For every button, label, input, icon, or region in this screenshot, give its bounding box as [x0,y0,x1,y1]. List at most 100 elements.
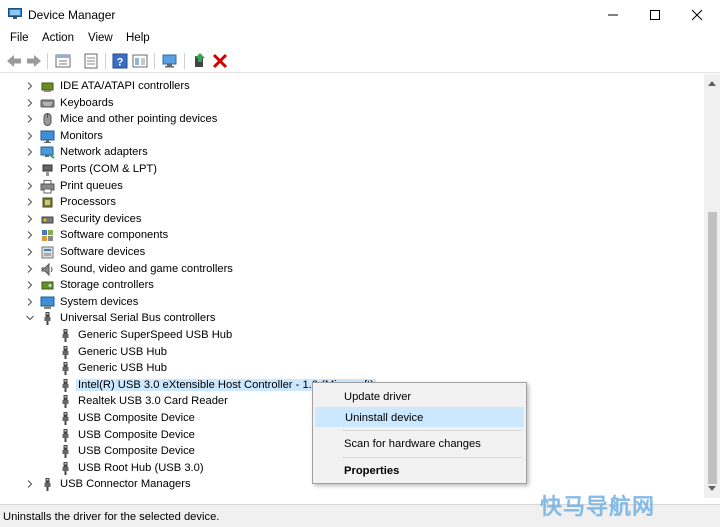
tree-item-label: Sound, video and game controllers [60,262,233,275]
forward-arrow-icon[interactable] [25,52,43,70]
menu-item-uninstall-device[interactable]: Uninstall device [315,407,524,427]
tree-device[interactable]: Generic SuperSpeed USB Hub [0,327,705,344]
tree-item-label: Ports (COM & LPT) [60,163,157,175]
tree-category[interactable]: Processors [0,194,705,211]
menu-view[interactable]: View [87,32,114,44]
minimize-icon [608,14,618,16]
tree-category[interactable]: System devices [0,294,705,311]
vertical-scrollbar[interactable] [704,74,720,498]
menu-file[interactable]: File [9,32,30,44]
chevron-right-icon[interactable] [24,146,36,158]
storage-controller-icon [40,278,55,293]
tree-category[interactable]: Software devices [0,244,705,261]
tree-category[interactable]: Monitors [0,128,705,145]
tree-item-label: USB Connector Managers [60,478,191,491]
help-icon[interactable]: ? [111,52,129,70]
toolbar-separator [105,53,106,69]
back-arrow-icon[interactable] [5,52,23,70]
usb-icon [58,428,73,443]
toolbar-separator [184,53,185,69]
tree-category[interactable]: Sound, video and game controllers [0,261,705,278]
tree-category[interactable]: IDE ATA/ATAPI controllers [0,78,705,95]
tree-category[interactable]: Storage controllers [0,277,705,294]
usb-icon [58,345,73,360]
chevron-right-icon[interactable] [24,246,36,258]
update-driver-icon[interactable] [191,52,209,70]
software-component-icon [40,228,55,243]
tree-category[interactable]: Mice and other pointing devices [0,111,705,128]
usb-icon [58,461,73,476]
svg-text:?: ? [117,57,124,69]
menu-item-label: Update driver [344,391,412,403]
chevron-right-icon[interactable] [24,263,36,275]
chevron-right-icon[interactable] [24,97,36,109]
menu-item-properties[interactable]: Properties [315,461,524,481]
tree-item-label: Network adapters [60,146,148,159]
software-device-icon [40,245,55,260]
chevron-right-icon[interactable] [24,130,36,142]
chevron-right-icon[interactable] [24,478,36,490]
menu-item-label: Uninstall device [345,412,424,424]
tree-item-label: USB Composite Device [78,428,195,441]
tree-item-label: USB Composite Device [78,445,195,458]
chevron-right-icon[interactable] [24,213,36,225]
device-list-icon[interactable] [82,52,100,70]
tree-device[interactable]: Generic USB Hub [0,344,705,361]
tree-category[interactable]: Network adapters [0,144,705,161]
usb-icon [58,328,73,343]
toolbar-separator [154,53,155,69]
tree-item-label: Processors [60,196,116,209]
tree-category[interactable]: Print queues [0,178,705,195]
tree-device[interactable]: Generic USB Hub [0,360,705,377]
menu-item-label: Scan for hardware changes [344,438,481,450]
chevron-right-icon[interactable] [24,80,36,92]
printer-icon [40,179,55,194]
tree-category[interactable]: Ports (COM & LPT) [0,161,705,178]
menu-action[interactable]: Action [41,32,75,44]
chevron-right-icon[interactable] [24,279,36,291]
scroll-down-arrow-icon[interactable] [708,486,716,492]
chevron-right-icon[interactable] [24,229,36,241]
tree-category[interactable]: Keyboards [0,95,705,112]
tree-category[interactable]: Software components [0,227,705,244]
tree-item-label: Mice and other pointing devices [60,113,218,126]
menu-separator [342,430,522,431]
menu-item-update-driver[interactable]: Update driver [315,387,524,407]
chevron-right-icon[interactable] [24,196,36,208]
device-manager-icon [8,8,22,19]
tree-item-label: Generic SuperSpeed USB Hub [78,329,233,341]
tree-item-label: System devices [60,295,139,308]
chevron-right-icon[interactable] [24,180,36,192]
view-icon[interactable] [131,52,149,70]
tree-category[interactable]: Universal Serial Bus controllers [0,310,705,327]
usb-icon [58,394,73,409]
toolbar-separator [47,53,48,69]
minimize-button[interactable] [592,0,634,29]
usb-icon [58,444,73,459]
chevron-down-icon[interactable] [24,312,36,324]
menu-item-scan-for-hardware-changes[interactable]: Scan for hardware changes [315,434,524,454]
chevron-right-icon[interactable] [24,296,36,308]
tree-item-label: Print queues [60,179,123,192]
context-menu: Update driver Uninstall device Scan for … [312,382,527,484]
tree-item-label: Software components [60,229,169,242]
title-bar: Device Manager [0,0,720,29]
usb-icon [58,411,73,426]
scan-hardware-icon[interactable] [161,52,179,70]
menu-help[interactable]: Help [125,32,151,44]
menu-item-label: Properties [344,465,400,477]
close-button[interactable] [676,0,718,29]
tree-category[interactable]: Security devices [0,211,705,228]
uninstall-icon[interactable] [211,52,229,70]
properties-pane-icon[interactable] [54,52,72,70]
chevron-right-icon[interactable] [24,113,36,125]
chevron-right-icon[interactable] [24,163,36,175]
scrollbar-thumb[interactable] [708,212,717,484]
window-title: Device Manager [28,8,116,22]
watermark-logo: 快马导航网 [540,494,656,519]
usb-icon [58,378,73,393]
tree-item-label: Software devices [60,246,146,258]
maximize-button[interactable] [634,0,676,29]
scroll-up-arrow-icon[interactable] [708,80,716,86]
tree-item-label: USB Composite Device [78,412,195,424]
